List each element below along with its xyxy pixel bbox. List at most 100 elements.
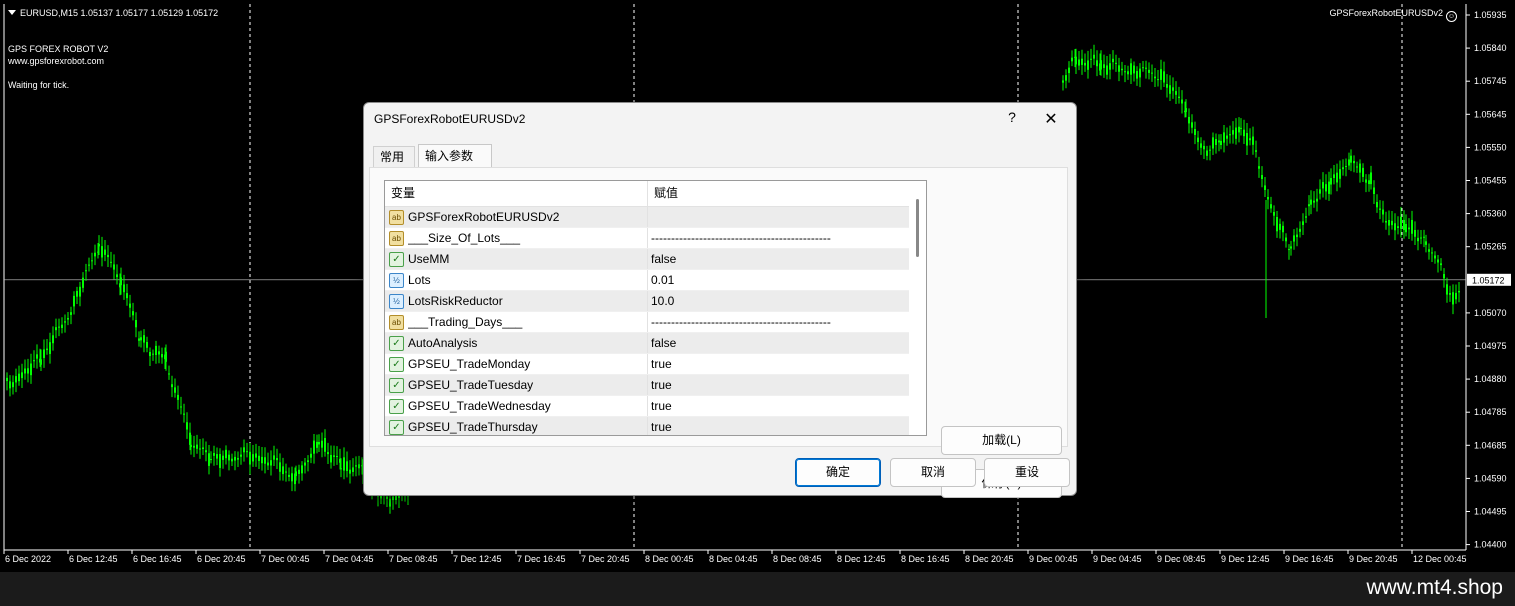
column-divider	[647, 417, 648, 435]
ok-button[interactable]: 确定	[795, 458, 881, 487]
price-tick-label: 1.05550	[1474, 142, 1507, 152]
param-value[interactable]: false	[651, 249, 901, 270]
param-row[interactable]: ✓ GPSEU_TradeThursday true	[385, 417, 909, 435]
candle-body	[301, 465, 303, 474]
candle-body	[1276, 217, 1278, 232]
candle-body	[126, 293, 128, 299]
param-name: ___Trading_Days___	[408, 315, 523, 329]
candle-body	[46, 348, 48, 351]
reset-button[interactable]: 重设	[984, 458, 1070, 487]
param-name: GPSEU_TradeWednesday	[408, 399, 551, 413]
time-tick-label: 8 Dec 00:45	[645, 554, 694, 564]
candle-body	[135, 320, 137, 328]
candle-body	[1325, 184, 1327, 192]
tab-common[interactable]: 常用	[373, 146, 415, 168]
candle-body	[225, 449, 227, 459]
param-value[interactable]: ----------------------------------------…	[651, 228, 901, 249]
tab-inputs[interactable]: 输入参数	[418, 144, 492, 168]
param-value[interactable]: 10.0	[651, 291, 901, 312]
param-row[interactable]: ½ LotsRiskReductor 10.0	[385, 291, 909, 312]
candle-body	[1388, 220, 1390, 226]
candle-body	[1163, 71, 1165, 83]
candle-body	[146, 342, 148, 348]
candle-body	[79, 286, 81, 297]
candle-body	[1431, 252, 1433, 254]
candle-body	[1458, 290, 1460, 293]
param-value[interactable]	[651, 207, 901, 228]
candle-body	[219, 454, 221, 468]
candle-body	[392, 496, 394, 501]
candle-body	[67, 318, 69, 320]
candle-body	[1109, 63, 1111, 70]
load-button[interactable]: 加载(L)	[941, 426, 1062, 455]
smiley-icon[interactable]: ☺	[1446, 11, 1457, 22]
param-value[interactable]: 0.01	[651, 270, 901, 291]
candle-body	[1434, 255, 1436, 259]
candle-body	[1264, 185, 1266, 190]
candle-body	[40, 359, 42, 365]
close-icon[interactable]: ✕	[1043, 109, 1059, 129]
candle-body	[273, 455, 275, 460]
param-name: UseMM	[408, 252, 450, 266]
candle-body	[1075, 56, 1077, 65]
candle-body	[61, 324, 63, 328]
candle-body	[1223, 132, 1225, 143]
candle-body	[228, 454, 230, 461]
param-row[interactable]: ab ___Size_Of_Lots___ --------------------…	[385, 228, 909, 249]
candle-body	[1446, 284, 1448, 295]
param-value[interactable]: false	[651, 333, 901, 354]
param-row[interactable]: ✓ UseMM false	[385, 249, 909, 270]
param-row[interactable]: ✓ GPSEU_TradeWednesday true	[385, 396, 909, 417]
candle-body	[1267, 196, 1269, 200]
table-scrollbar[interactable]	[910, 181, 925, 435]
param-row[interactable]: ✓ GPSEU_TradeMonday true	[385, 354, 909, 375]
symbol-header-text: EURUSD,M15 1.05137 1.05177 1.05129 1.051…	[20, 8, 219, 18]
time-tick-label: 12 Dec 00:45	[1413, 554, 1467, 564]
price-tick-label: 1.05745	[1474, 76, 1507, 86]
candle-body	[1103, 64, 1105, 68]
candle-body	[1290, 246, 1292, 249]
candle-body	[1405, 224, 1407, 233]
dropdown-triangle-icon[interactable]	[8, 10, 16, 15]
candle-body	[1145, 67, 1147, 69]
candle-body	[1423, 236, 1425, 238]
param-row[interactable]: ab ___Trading_Days___ --------------------…	[385, 312, 909, 333]
param-row[interactable]: ✓ AutoAnalysis false	[385, 333, 909, 354]
time-tick-label: 7 Dec 16:45	[517, 554, 566, 564]
candle-body	[1178, 96, 1180, 99]
candle-body	[246, 451, 248, 453]
candle-body	[386, 496, 388, 499]
param-row[interactable]: ab GPSForexRobotEURUSDv2	[385, 207, 909, 228]
bottom-bar	[0, 572, 1515, 606]
param-value[interactable]: true	[651, 396, 901, 417]
cancel-button[interactable]: 取消	[890, 458, 976, 487]
candle-body	[1115, 62, 1117, 64]
help-icon[interactable]: ?	[1004, 109, 1020, 125]
candle-body	[1197, 137, 1199, 143]
column-divider	[647, 228, 648, 249]
column-header-value[interactable]: 赋值	[648, 181, 909, 206]
time-tick-label: 7 Dec 12:45	[453, 554, 502, 564]
candle-body	[196, 444, 198, 449]
candle-body	[1191, 122, 1193, 128]
candle-body	[88, 264, 90, 266]
candle-body	[1185, 108, 1187, 112]
param-value[interactable]: true	[651, 354, 901, 375]
param-value[interactable]: ----------------------------------------…	[651, 312, 901, 333]
candle-body	[1328, 181, 1330, 194]
column-divider	[647, 249, 648, 270]
param-row[interactable]: ✓ GPSEU_TradeTuesday true	[385, 375, 909, 396]
param-value[interactable]: true	[651, 375, 901, 396]
ea-properties-dialog: GPSForexRobotEURUSDv2 ? ✕ 常用 输入参数 变量 赋值 …	[363, 102, 1077, 498]
candle-body	[1440, 263, 1442, 266]
time-tick-label: 7 Dec 04:45	[325, 554, 374, 564]
price-tick-label: 1.05455	[1474, 176, 1507, 186]
scrollbar-thumb[interactable]	[916, 199, 919, 257]
candle-body	[1397, 226, 1399, 228]
price-tick-label: 1.05935	[1474, 10, 1507, 20]
param-row[interactable]: ½ Lots 0.01	[385, 270, 909, 291]
param-value[interactable]: true	[651, 417, 901, 435]
candle-body	[202, 447, 204, 449]
status-text: Waiting for tick.	[8, 80, 70, 90]
column-header-variable[interactable]: 变量	[385, 181, 648, 206]
